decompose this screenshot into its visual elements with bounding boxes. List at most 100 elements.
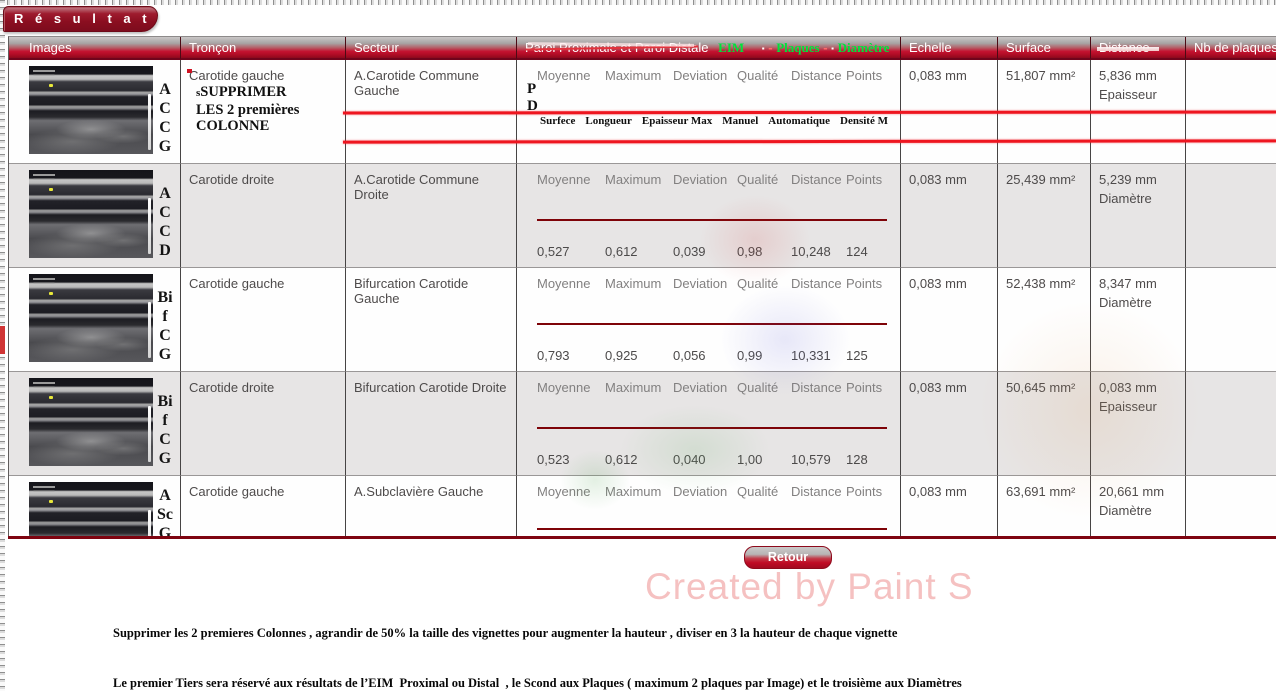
col-header-distance: Distance <box>1091 37 1186 60</box>
table-row-3-surface: 52,438 mm² <box>998 268 1091 372</box>
col-header-surface: Surface <box>998 37 1091 60</box>
table-row-5-echelle: 0,083 mm <box>901 476 998 537</box>
results-tab[interactable]: R é s u l t a t s <box>3 6 158 32</box>
ultrasound-thumbnail[interactable] <box>29 66 153 154</box>
eim-col-qualite: Qualité <box>737 68 791 83</box>
artery-abbrev-label: A C C D <box>154 184 176 260</box>
table-row-4-secteur: Bifurcation Carotide Droite <box>346 372 517 476</box>
table-row-2-troncon: Carotide droite <box>181 164 346 268</box>
col-header-images: Images <box>9 37 181 60</box>
note-line: Supprimer les 2 premieres Colonnes , agr… <box>113 625 1243 642</box>
bottom-notes: Supprimer les 2 premieres Colonnes , agr… <box>113 592 1243 691</box>
selection-marquee-top <box>0 0 1276 5</box>
table-row-4-surface: 50,645 mm² <box>998 372 1091 476</box>
table-row-3-echelle: 0,083 mm <box>901 268 998 372</box>
eim-subheaders: MoyenneMaximumDeviationQualitéDistancePo… <box>517 268 900 291</box>
table-row-3-secteur: Bifurcation Carotide Gauche <box>346 268 517 372</box>
eim-subheaders: MoyenneMaximumDeviationQualitéDistancePo… <box>517 372 900 395</box>
distance-value: 5,239 mm <box>1099 172 1181 187</box>
white-strike-mark <box>1097 47 1159 51</box>
depth-scale-bar <box>148 406 151 462</box>
col-header-secteur: Secteur <box>346 37 517 60</box>
ultrasound-thumbnail[interactable] <box>29 170 153 258</box>
artery-abbrev-label: Bi f C G <box>154 288 176 364</box>
table-row-5-eim-cell: MoyenneMaximumDeviationQualitéDistancePo… <box>517 476 901 537</box>
table-row-5-image-cell: A Sc G <box>9 476 181 537</box>
depth-scale-bar <box>148 198 151 254</box>
artery-abbrev-label: A C C G <box>154 80 176 156</box>
table-row-5-secteur: A.Subclavière Gauche <box>346 476 517 537</box>
eim-subheaders: Moyenne Maximum Deviation Qualité Distan… <box>517 60 900 83</box>
table-row-5-nb-plaques <box>1186 476 1276 537</box>
table-row-3-eim-cell: MoyenneMaximumDeviationQualitéDistancePo… <box>517 268 901 372</box>
eim-col-distance: Distance <box>791 68 846 83</box>
annotation-dash: - <box>768 40 772 55</box>
table-row-4-eim-cell: MoyenneMaximumDeviationQualitéDistancePo… <box>517 372 901 476</box>
table-row-2-image-cell: A C C D <box>9 164 181 268</box>
table-row-4-troncon: Carotide droite <box>181 372 346 476</box>
eim-separator-line <box>537 528 887 530</box>
table-row-5-troncon: Carotide gauche <box>181 476 346 537</box>
eim-separator-line <box>537 219 887 221</box>
eim-values: 0,5230,6120,0401,0010,579128 <box>537 452 896 467</box>
distance-kind: Diamètre <box>1099 295 1181 310</box>
col-header-echelle: Echelle <box>901 37 998 60</box>
red-mark-annotation <box>187 69 192 73</box>
artery-abbrev-label: A Sc G <box>154 486 176 537</box>
table-row-3-distance: 8,347 mm Diamètre <box>1091 268 1186 372</box>
distance-value: 20,661 mm <box>1099 484 1181 499</box>
annotation-plaques-label: Plaques <box>776 40 819 55</box>
artery-abbrev-label: Bi f C G <box>154 392 176 468</box>
distance-kind: Epaisseur <box>1099 399 1181 414</box>
annotation-dash: - <box>823 40 827 55</box>
eim-subheaders: MoyenneMaximumDeviationQualitéDistancePo… <box>517 164 900 187</box>
eim-col-points: Points <box>846 68 896 83</box>
col-header-nb-plaques: Nb de plaques <box>1186 37 1276 60</box>
eim-values: 0,5270,6120,0390,9810,248124 <box>537 244 896 259</box>
table-row-5-surface: 63,691 mm² <box>998 476 1091 537</box>
annotation-diametre-label: Diamètre <box>838 40 890 55</box>
retour-button[interactable]: Retour <box>744 546 832 569</box>
table-bottom-border <box>8 536 1276 539</box>
annotation-p-d: P D <box>527 81 538 115</box>
square-bullet-icon: ▪ <box>762 44 765 53</box>
depth-scale-bar <box>148 94 151 150</box>
selection-marquee-red-mark <box>0 326 5 354</box>
ultrasound-thumbnail[interactable] <box>29 378 153 466</box>
annotation-supprimer: sSUPPRIMER LES 2 premières COLONNE <box>196 84 299 135</box>
table-row-4-distance: 0,083 mm Epaisseur <box>1091 372 1186 476</box>
ultrasound-thumbnail[interactable] <box>29 274 153 362</box>
table-row-2-eim-cell: MoyenneMaximumDeviationQualitéDistancePo… <box>517 164 901 268</box>
table-row-4-image-cell: Bi f C G <box>9 372 181 476</box>
square-bullet-icon: ▪ <box>831 44 834 53</box>
distance-value: 5,836 mm <box>1099 68 1181 83</box>
table-row-2-echelle: 0,083 mm <box>901 164 998 268</box>
table-row-3-nb-plaques <box>1186 268 1276 372</box>
depth-scale-bar <box>148 510 151 537</box>
table-row-5-distance: 20,661 mm Diamètre <box>1091 476 1186 537</box>
table-row-2-surface: 25,439 mm² <box>998 164 1091 268</box>
depth-scale-bar <box>148 302 151 358</box>
eim-separator-line <box>537 427 887 429</box>
distance-kind: Diamètre <box>1099 191 1181 206</box>
eim-col-deviation: Deviation <box>673 68 737 83</box>
eim-col-moyenne: Moyenne <box>537 68 605 83</box>
eim-subheaders: MoyenneMaximumDeviationQualitéDistancePo… <box>517 476 900 499</box>
ultrasound-thumbnail[interactable] <box>29 482 153 537</box>
eim-col-maximum: Maximum <box>605 68 673 83</box>
table-row-3-troncon: Carotide gauche <box>181 268 346 372</box>
table-row-3-image-cell: Bi f C G <box>9 268 181 372</box>
distance-kind: Epaisseur <box>1099 87 1181 102</box>
distance-value: 0,083 mm <box>1099 380 1181 395</box>
screenshot-root: R é s u l t a t s Images Tronçon Secteur… <box>0 0 1276 691</box>
table-row-2-distance: 5,239 mm Diamètre <box>1091 164 1186 268</box>
distance-kind: Diamètre <box>1099 503 1181 518</box>
annotation-plaque-columns: Surfece Longueur Epaisseur Max Manuel Au… <box>540 115 888 127</box>
eim-separator-line <box>537 323 887 325</box>
eim-values: 0,7930,9250,0560,9910,331125 <box>537 348 896 363</box>
table-row-4-echelle: 0,083 mm <box>901 372 998 476</box>
col-header-troncon: Tronçon <box>181 37 346 60</box>
distance-value: 8,347 mm <box>1099 276 1181 291</box>
table-row-4-nb-plaques <box>1186 372 1276 476</box>
annotation-eim-label: EIM <box>718 40 744 55</box>
